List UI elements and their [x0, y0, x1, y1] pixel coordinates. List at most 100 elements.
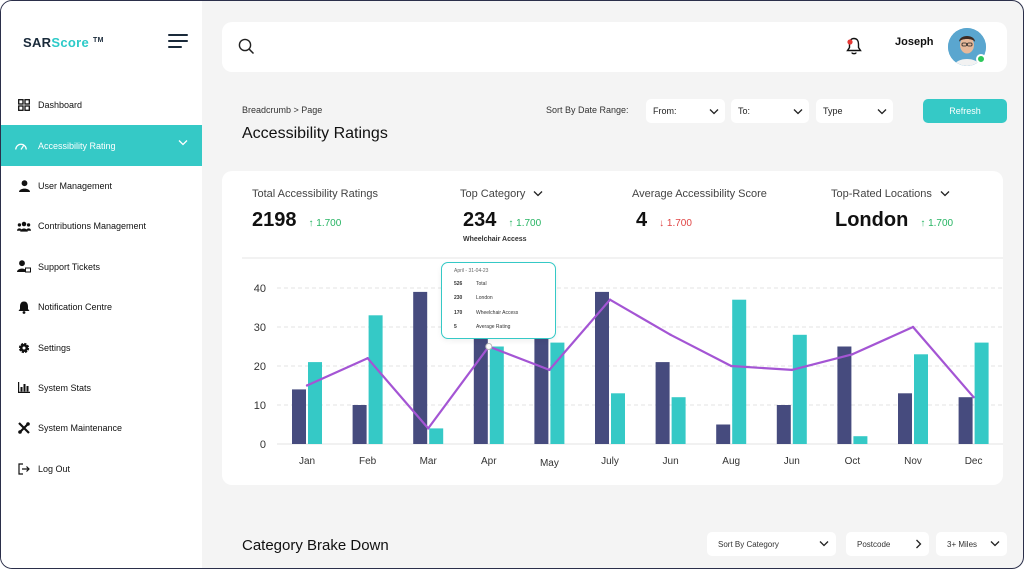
sidebar-item-label: System Maintenance	[38, 423, 123, 434]
bar-series-1[interactable]	[292, 389, 306, 444]
bar-series-2[interactable]	[611, 393, 625, 444]
sort-by-category-select[interactable]: Sort By Category	[707, 532, 836, 556]
bar-series-2[interactable]	[792, 334, 807, 444]
line-point[interactable]	[305, 384, 309, 387]
line-point[interactable]	[851, 353, 854, 356]
bar-series-2[interactable]	[550, 342, 565, 444]
stat-change: ↑ 1.700	[920, 218, 954, 229]
logout-icon	[17, 462, 31, 476]
bar-series-1[interactable]	[534, 330, 549, 444]
chevron-down-icon[interactable]	[178, 138, 188, 148]
sidebar-item-settings[interactable]: Settings	[1, 327, 202, 367]
bar-series-1[interactable]	[716, 424, 731, 445]
x-tick-label: Nov	[904, 456, 922, 467]
bar-series-1[interactable]	[837, 346, 852, 445]
chevron-down-icon	[877, 107, 887, 117]
tools-icon	[17, 421, 31, 435]
sidebar-item-system-maintenance[interactable]: System Maintenance	[1, 408, 202, 448]
sidebar-item-accessibility-rating[interactable]: Accessibility Rating	[1, 125, 202, 166]
breadcrumb[interactable]: Breadcrumb > Page	[242, 105, 322, 115]
bar-series-2[interactable]	[429, 428, 444, 444]
postcode-select[interactable]: Postcode	[846, 532, 929, 556]
y-tick-label: 30	[254, 322, 266, 334]
sidebar-item-log-out[interactable]: Log Out	[1, 449, 202, 489]
brand-tm: TM	[93, 36, 104, 44]
x-tick-label: Apr	[481, 456, 497, 467]
users-group-icon	[17, 219, 31, 233]
stat-top-rated-locations: Top-Rated Locations London ↑ 1.700	[831, 188, 953, 232]
bar-series-1[interactable]	[352, 405, 367, 444]
sidebar-item-label: Notification Centre	[38, 302, 113, 313]
x-tick-label: Oct	[845, 456, 861, 467]
bar-series-2[interactable]	[489, 346, 504, 445]
refresh-button[interactable]: Refresh	[923, 99, 1007, 123]
bar-series-1[interactable]	[898, 393, 912, 444]
x-tick-label: Mar	[420, 456, 438, 467]
sidebar-item-support-tickets[interactable]: Support Tickets	[1, 247, 202, 287]
line-point[interactable]	[608, 298, 612, 301]
chevron-down-icon	[709, 107, 719, 117]
bar-series-1[interactable]	[958, 397, 973, 444]
miles-select[interactable]: 3+ Miles	[936, 532, 1007, 556]
bar-series-2[interactable]	[914, 354, 928, 444]
x-tick-label: Jan	[299, 456, 315, 467]
line-point[interactable]	[911, 325, 915, 329]
bar-series-1[interactable]	[655, 362, 670, 444]
brand-name-dark: SAR	[23, 35, 52, 50]
gear-icon	[17, 341, 31, 355]
to-date-select[interactable]: To:	[731, 99, 809, 123]
sidebar-item-user-management[interactable]: User Management	[1, 166, 202, 206]
bar-series-2[interactable]	[368, 315, 383, 444]
line-point[interactable]	[427, 427, 430, 430]
sidebar-item-notification-centre[interactable]: Notification Centre	[1, 287, 202, 327]
notification-bell-icon[interactable]	[845, 36, 863, 61]
tooltip-anchor-point[interactable]	[485, 343, 493, 350]
stat-label[interactable]: Top-Rated Locations	[831, 188, 953, 200]
bar-series-2[interactable]	[732, 299, 747, 444]
type-label: Type	[823, 106, 843, 116]
username[interactable]: Joseph	[895, 36, 934, 48]
stat-value: London	[835, 209, 909, 231]
line-point[interactable]	[669, 333, 672, 336]
bar-series-2[interactable]	[853, 436, 868, 444]
line-point[interactable]	[366, 357, 369, 360]
sidebar-item-dashboard[interactable]: Dashboard	[1, 85, 202, 125]
brand-logo[interactable]: SARScore TM	[23, 35, 104, 50]
stat-label: Average Accessibility Score	[632, 188, 767, 200]
sidebar-item-label: User Management	[38, 180, 113, 191]
stat-value: 234	[463, 209, 497, 231]
y-tick-label: 10	[254, 400, 266, 412]
dashboard-icon	[17, 98, 31, 112]
bar-series-2[interactable]	[671, 397, 686, 444]
search-icon[interactable]	[238, 38, 255, 60]
bar-series-2[interactable]	[308, 362, 322, 444]
top-bar: Joseph	[222, 22, 1007, 72]
bar-series-1[interactable]	[776, 405, 791, 444]
line-point[interactable]	[548, 368, 551, 372]
type-select[interactable]: Type	[816, 99, 893, 123]
bar-series-1[interactable]	[413, 291, 428, 444]
chevron-down-icon[interactable]	[940, 188, 950, 200]
from-date-select[interactable]: From:	[646, 99, 725, 123]
menu-toggle-icon[interactable]	[168, 34, 188, 48]
sidebar: SARScore TM Dashboard Accessibility Ratin…	[1, 1, 202, 568]
line-point[interactable]	[730, 364, 733, 368]
tooltip-row: 526 Total	[454, 281, 487, 287]
stat-change: ↑ 1.700	[308, 218, 342, 229]
brand-name-accent: Score	[51, 35, 89, 50]
bar-series-2[interactable]	[974, 342, 989, 444]
line-series	[306, 298, 975, 430]
chevron-down-icon[interactable]	[533, 188, 543, 200]
app-window: SARScore TM Dashboard Accessibility Ratin…	[0, 0, 1024, 569]
bar-stats-icon	[17, 381, 31, 395]
sidebar-item-contributions-management[interactable]: Contributions Management	[1, 206, 202, 246]
stat-label[interactable]: Top Category	[460, 188, 543, 200]
line-point[interactable]	[790, 368, 793, 372]
stat-value: 2198	[252, 209, 297, 231]
user-icon	[17, 179, 31, 193]
bell-icon	[17, 300, 31, 314]
sidebar-item-system-stats[interactable]: System Stats	[1, 368, 202, 408]
stat-value: 4	[636, 209, 648, 231]
x-tick-label: May	[540, 458, 559, 469]
line-point[interactable]	[972, 396, 975, 399]
